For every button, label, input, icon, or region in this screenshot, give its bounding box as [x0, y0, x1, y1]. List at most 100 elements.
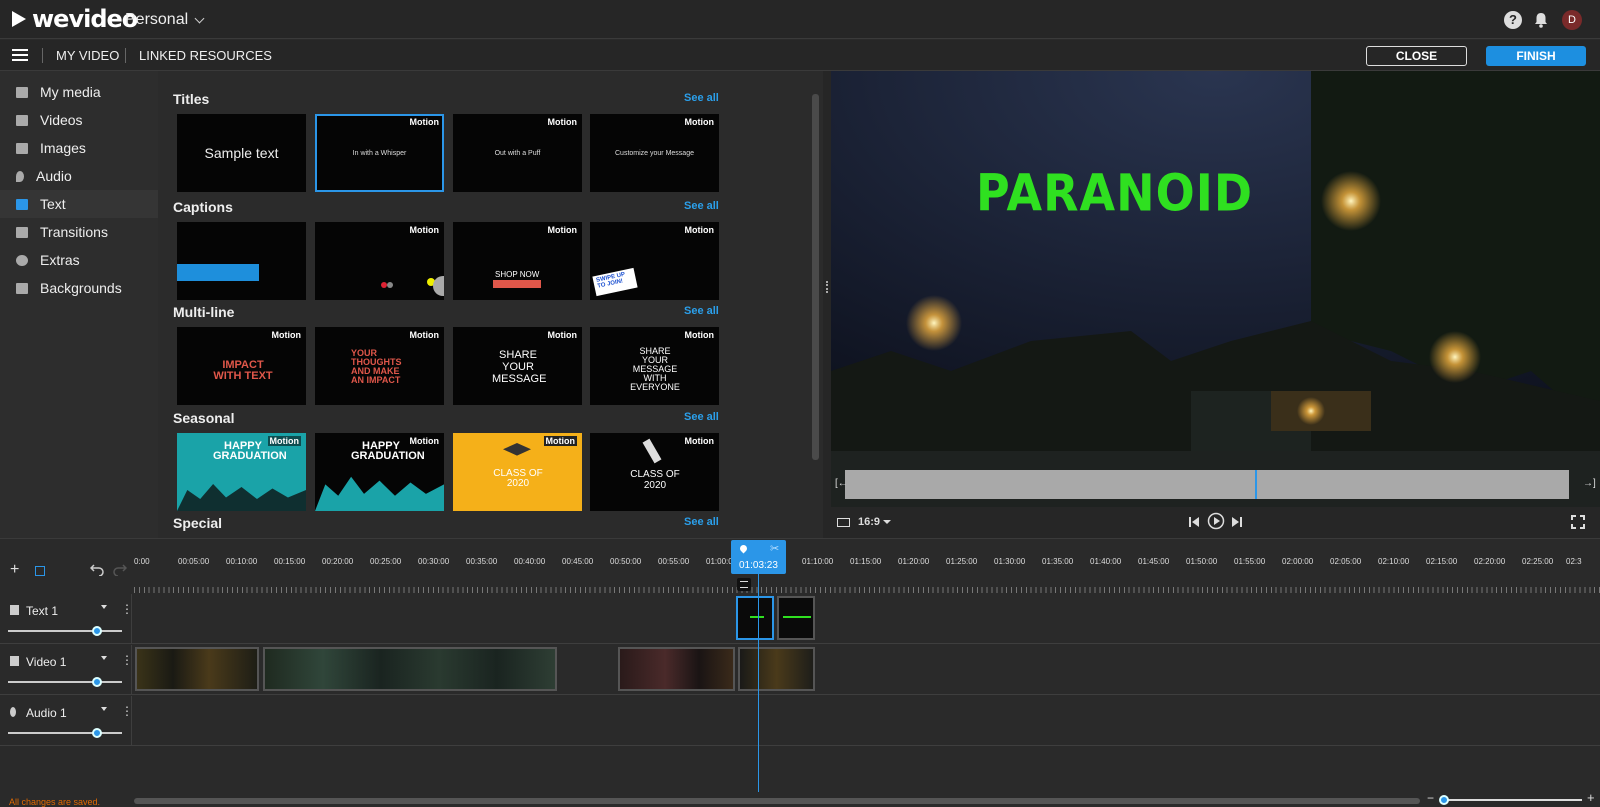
timeline-scrollbar[interactable]	[134, 798, 1420, 804]
undo-icon[interactable]	[90, 564, 104, 576]
video-clip[interactable]	[618, 647, 735, 691]
text-clip[interactable]	[777, 596, 815, 640]
clip-menu-icon[interactable]	[737, 578, 751, 591]
see-all-link[interactable]: See all	[684, 305, 719, 317]
video-clip[interactable]	[738, 647, 815, 691]
track-lane-audio[interactable]	[132, 696, 1600, 746]
tab-my-video[interactable]: MY VIDEO	[56, 48, 119, 63]
playhead-marker[interactable]: ✂ 01:03:23	[731, 540, 786, 574]
tick-label: 02:20:00	[1474, 557, 1506, 566]
sidebar-item-text[interactable]: Text	[0, 190, 158, 218]
help-icon[interactable]: ?	[1504, 11, 1522, 29]
track-name[interactable]: Text 1	[26, 604, 58, 618]
text-template-thumb[interactable]: Motion Customize your Message	[590, 114, 719, 192]
playhead-line[interactable]	[758, 560, 759, 792]
see-all-link[interactable]: See all	[684, 516, 719, 528]
avatar[interactable]: D	[1562, 10, 1582, 30]
video-clip[interactable]	[135, 647, 259, 691]
clip-text-preview	[750, 616, 764, 618]
see-all-link[interactable]: See all	[684, 92, 719, 104]
see-all-link[interactable]: See all	[684, 200, 719, 212]
tick-label: 00:55:00	[658, 557, 690, 566]
video-clip[interactable]	[263, 647, 557, 691]
track-lane-video[interactable]	[132, 645, 1600, 695]
redo-icon[interactable]	[113, 564, 127, 576]
section-title: Titles	[173, 91, 210, 107]
fullscreen-icon[interactable]	[1571, 515, 1585, 529]
volume-slider[interactable]	[8, 626, 122, 636]
seasonal-template-thumb[interactable]: Motion CLASS OF 2020	[590, 433, 719, 511]
caption-template-thumb[interactable]	[177, 222, 306, 300]
editor-toolbar: MY VIDEO LINKED RESOURCES CLOSE FINISH	[0, 40, 1600, 71]
multiline-template-thumb[interactable]: Motion YOUR THOUGHTS AND MAKE AN IMPACT	[315, 327, 444, 405]
volume-knob[interactable]	[92, 626, 102, 636]
track-header-text: Text 1 ⋮	[0, 594, 133, 644]
chevron-down-icon[interactable]	[101, 656, 107, 660]
volume-slider[interactable]	[8, 677, 122, 687]
skip-back-icon[interactable]	[1187, 515, 1201, 529]
chevron-down-icon[interactable]	[101, 707, 107, 711]
trim-end-icon[interactable]: →]	[1583, 478, 1596, 489]
finish-button[interactable]: FINISH	[1486, 46, 1586, 66]
play-icon[interactable]	[1207, 512, 1225, 530]
sidebar-item-images[interactable]: Images	[0, 134, 158, 162]
video-preview: PARANOID [← →]	[831, 71, 1600, 507]
text-template-thumb[interactable]: Motion Out with a Puff	[453, 114, 582, 192]
add-track-icon[interactable]: +	[10, 561, 19, 579]
wevideo-logo[interactable]: wevideo	[12, 5, 138, 33]
tick-label: 01:40:00	[1090, 557, 1122, 566]
hamburger-menu-icon[interactable]	[12, 49, 28, 61]
sidebar-item-backgrounds[interactable]: Backgrounds	[0, 274, 158, 302]
seasonal-template-thumb[interactable]: Motion HAPPY GRADUATION	[315, 433, 444, 511]
text-library: Titles See all Sample text Motion In with…	[158, 71, 823, 538]
volume-knob[interactable]	[92, 677, 102, 687]
zoom-out-icon[interactable]: −	[1427, 791, 1434, 805]
title-overlay-text[interactable]: PARANOID	[976, 163, 1253, 222]
aspect-ratio-select[interactable]: 16:9	[858, 516, 880, 528]
tick-label: 01:20:00	[898, 557, 930, 566]
caption-text: SWIPE UP TO JOIN!	[592, 267, 638, 297]
drag-dots-icon	[826, 281, 828, 293]
volume-knob[interactable]	[92, 728, 102, 738]
logo-wordmark: wevideo	[32, 5, 138, 33]
tab-linked-resources[interactable]: LINKED RESOURCES	[139, 48, 272, 63]
overlay-mode-icon[interactable]	[35, 566, 45, 576]
zoom-in-icon[interactable]: +	[1587, 790, 1595, 805]
see-all-link[interactable]: See all	[684, 411, 719, 423]
marker-pin-icon[interactable]	[738, 543, 749, 554]
sidebar-item-extras[interactable]: Extras	[0, 246, 158, 274]
track-name[interactable]: Audio 1	[26, 706, 67, 720]
sidebar-item-audio[interactable]: Audio	[0, 162, 158, 190]
caption-template-thumb[interactable]: Motion	[315, 222, 444, 300]
caption-template-thumb[interactable]: Motion SWIPE UP TO JOIN!	[590, 222, 719, 300]
seasonal-template-thumb[interactable]: Motion CLASS OF 2020	[453, 433, 582, 511]
zoom-knob[interactable]	[1439, 795, 1449, 805]
panel-resize-handle[interactable]	[823, 71, 831, 538]
seasonal-template-thumb[interactable]: Motion HAPPY GRADUATION	[177, 433, 306, 511]
skip-forward-icon[interactable]	[1230, 515, 1244, 529]
multiline-template-thumb[interactable]: Motion SHARE YOUR MESSAGE WITH EVERYONE	[590, 327, 719, 405]
multiline-template-thumb[interactable]: Motion SHARE YOUR MESSAGE	[453, 327, 582, 405]
text-clip[interactable]	[736, 596, 774, 640]
multiline-template-thumb[interactable]: Motion IMPACT WITH TEXT	[177, 327, 306, 405]
workspace-selector[interactable]: Personal	[125, 11, 205, 29]
close-button[interactable]: CLOSE	[1366, 46, 1467, 66]
bell-icon[interactable]	[1532, 11, 1550, 29]
trim-start-icon[interactable]: [←	[835, 478, 848, 489]
chevron-down-icon[interactable]	[101, 605, 107, 609]
library-scrollbar[interactable]	[812, 94, 819, 460]
sidebar-item-videos[interactable]: Videos	[0, 106, 158, 134]
text-template-thumb[interactable]: Sample text	[177, 114, 306, 192]
time-ruler[interactable]: 0:00 00:05:00 00:10:00 00:15:00 00:20:00 00:2…	[134, 548, 1600, 594]
split-scissors-icon[interactable]: ✂	[770, 542, 779, 555]
track-name[interactable]: Video 1	[26, 655, 66, 669]
ruler-ticks	[134, 587, 1600, 593]
caption-template-thumb[interactable]: Motion SHOP NOW	[453, 222, 582, 300]
zoom-slider[interactable]	[1440, 799, 1582, 801]
volume-slider[interactable]	[8, 728, 122, 738]
sidebar-item-transitions[interactable]: Transitions	[0, 218, 158, 246]
sidebar-item-my-media[interactable]: My media	[0, 78, 158, 106]
chevron-down-icon[interactable]	[883, 520, 891, 524]
text-template-thumb[interactable]: Motion In with a Whisper	[315, 114, 444, 192]
track-lane-text[interactable]	[132, 594, 1600, 644]
